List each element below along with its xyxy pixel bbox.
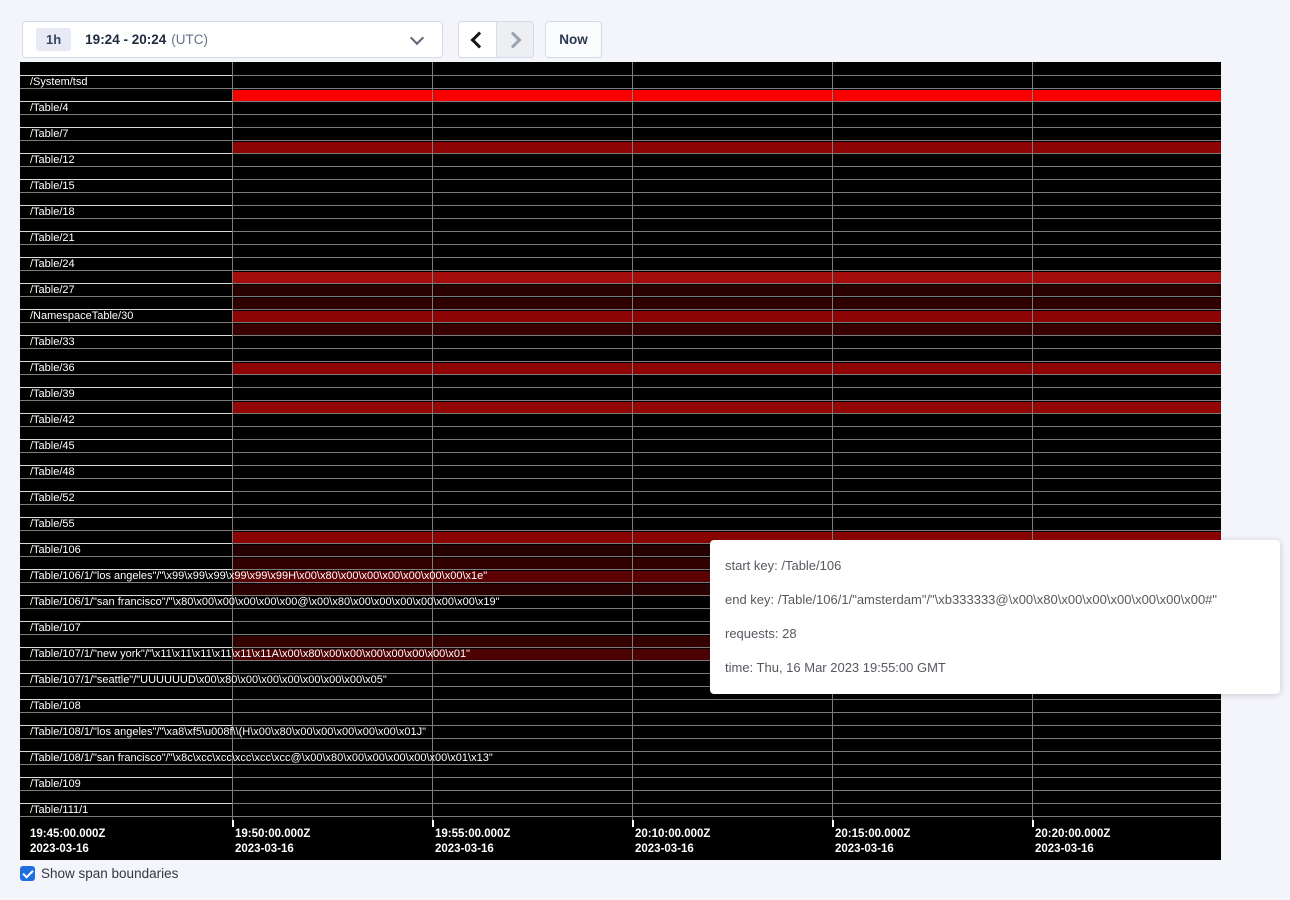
- heat-band[interactable]: [232, 324, 1221, 335]
- span-boundary-line: [20, 296, 1221, 297]
- span-label: /Table/108: [30, 701, 81, 712]
- chevron-right-icon: [505, 31, 522, 48]
- chevron-down-icon: [410, 30, 424, 44]
- span-boundary-line: [20, 322, 1221, 323]
- heat-band[interactable]: [232, 285, 1221, 296]
- span-label: /Table/106/1/"san francisco"/"\x80\x00\x…: [30, 597, 500, 608]
- span-label: /Table/39: [30, 389, 75, 400]
- time-range-text: 19:24 - 20:24: [85, 32, 166, 47]
- span-label: /Table/18: [30, 207, 75, 218]
- tooltip-time: time: Thu, 16 Mar 2023 19:55:00 GMT: [725, 651, 1265, 685]
- heatmap-tooltip: start key: /Table/106 end key: /Table/10…: [710, 540, 1280, 694]
- time-gridline: [1032, 62, 1033, 822]
- heat-band[interactable]: [232, 311, 1221, 322]
- time-range-selector[interactable]: 1h 19:24 - 20:24 (UTC): [22, 21, 443, 58]
- span-boundary-line: [20, 400, 1221, 401]
- span-boundary-line: [20, 504, 1221, 505]
- axis-tick: [832, 820, 834, 827]
- span-label: /Table/108/1/"san francisco"/"\x8c\xcc\x…: [30, 753, 493, 764]
- span-label: /Table/107: [30, 623, 81, 634]
- time-gridline: [432, 62, 433, 822]
- tooltip-end-key: end key: /Table/106/1/"amsterdam"/"\xb33…: [725, 583, 1265, 617]
- span-boundary-line: [20, 530, 1221, 531]
- key-visualizer-heatmap[interactable]: /System/tsd/Table/4/Table/7/Table/12/Tab…: [20, 62, 1221, 860]
- span-boundary-line: [20, 712, 1221, 713]
- span-label: /Table/21: [30, 233, 75, 244]
- span-label: /NamespaceTable/30: [30, 311, 133, 322]
- span-boundary-line: [20, 426, 1221, 427]
- span-label: /Table/4: [30, 103, 69, 114]
- axis-time-label: 19:45:00.000Z2023-03-16: [30, 827, 105, 857]
- span-label: /Table/107/1/"new york"/"\x11\x11\x11\x1…: [30, 649, 470, 660]
- time-range-timezone: (UTC): [171, 32, 208, 47]
- heat-band[interactable]: [232, 142, 1221, 153]
- span-label: /Table/111/1: [30, 805, 88, 816]
- show-span-boundaries-row[interactable]: Show span boundaries: [20, 866, 178, 881]
- span-boundary-line: [20, 244, 1221, 245]
- axis-tick: [432, 820, 434, 827]
- span-label: /System/tsd: [30, 77, 87, 88]
- span-label: /Table/106: [30, 545, 81, 556]
- heat-band[interactable]: [232, 272, 1221, 283]
- span-label: /Table/7: [30, 129, 69, 140]
- span-boundary-line: [20, 790, 1221, 791]
- span-boundary-line: [20, 166, 1221, 167]
- axis-time-label: 20:20:00.000Z2023-03-16: [1035, 827, 1110, 857]
- span-label: /Table/24: [30, 259, 75, 270]
- axis-time-label: 19:55:00.000Z2023-03-16: [435, 827, 510, 857]
- span-boundary-line: [20, 816, 1221, 817]
- span-boundary-line: [20, 192, 1221, 193]
- span-label: /Table/42: [30, 415, 75, 426]
- axis-time-label: 20:15:00.000Z2023-03-16: [835, 827, 910, 857]
- span-label: /Table/36: [30, 363, 75, 374]
- span-label: /Table/15: [30, 181, 75, 192]
- span-boundary-line: [20, 270, 1221, 271]
- span-boundary-line: [20, 452, 1221, 453]
- axis-tick: [632, 820, 634, 827]
- show-span-boundaries-checkbox[interactable]: [20, 866, 35, 881]
- tooltip-start-key: start key: /Table/106: [725, 549, 1265, 583]
- span-label: /Table/106/1/"los angeles"/"\x99\x99\x99…: [30, 571, 487, 582]
- time-gridline: [232, 62, 233, 822]
- heat-band[interactable]: [232, 363, 1221, 374]
- span-boundary-line: [20, 218, 1221, 219]
- axis-time-label: 20:10:00.000Z2023-03-16: [635, 827, 710, 857]
- span-boundary-line: [20, 140, 1221, 141]
- heat-band[interactable]: [232, 402, 1221, 413]
- span-boundary-line: [20, 348, 1221, 349]
- span-boundary-line: [20, 738, 1221, 739]
- span-label: /Table/52: [30, 493, 75, 504]
- span-boundary-line: [20, 764, 1221, 765]
- span-boundary-line: [20, 374, 1221, 375]
- time-gridline: [832, 62, 833, 822]
- span-label: /Table/48: [30, 467, 75, 478]
- heat-band[interactable]: [232, 298, 1221, 309]
- chevron-left-icon: [470, 31, 487, 48]
- span-label: /Table/108/1/"los angeles"/"\xa8\xf5\u00…: [30, 727, 426, 738]
- heatmap-plot[interactable]: /System/tsd/Table/4/Table/7/Table/12/Tab…: [20, 62, 1221, 822]
- span-label: /Table/55: [30, 519, 75, 530]
- now-button[interactable]: Now: [545, 21, 602, 58]
- span-boundary-line: [20, 478, 1221, 479]
- axis-tick: [1032, 820, 1034, 827]
- previous-interval-button[interactable]: [459, 22, 496, 57]
- axis-tick: [232, 820, 234, 827]
- time-pagination: [458, 21, 534, 58]
- span-label: /Table/45: [30, 441, 75, 452]
- show-span-boundaries-label: Show span boundaries: [41, 866, 178, 881]
- span-label: /Table/33: [30, 337, 75, 348]
- time-gridline: [632, 62, 633, 822]
- span-boundary-line: [20, 88, 1221, 89]
- tooltip-requests: requests: 28: [725, 617, 1265, 651]
- span-boundary-line: [20, 114, 1221, 115]
- span-label: /Table/27: [30, 285, 75, 296]
- heat-band[interactable]: [232, 90, 1221, 101]
- time-range-chip: 1h: [36, 28, 71, 51]
- span-label: /Table/107/1/"seattle"/"UUUUUUD\x00\x80\…: [30, 675, 387, 686]
- span-label: /Table/109: [30, 779, 81, 790]
- axis-time-label: 19:50:00.000Z2023-03-16: [235, 827, 310, 857]
- span-label: /Table/12: [30, 155, 75, 166]
- next-interval-button[interactable]: [496, 22, 534, 57]
